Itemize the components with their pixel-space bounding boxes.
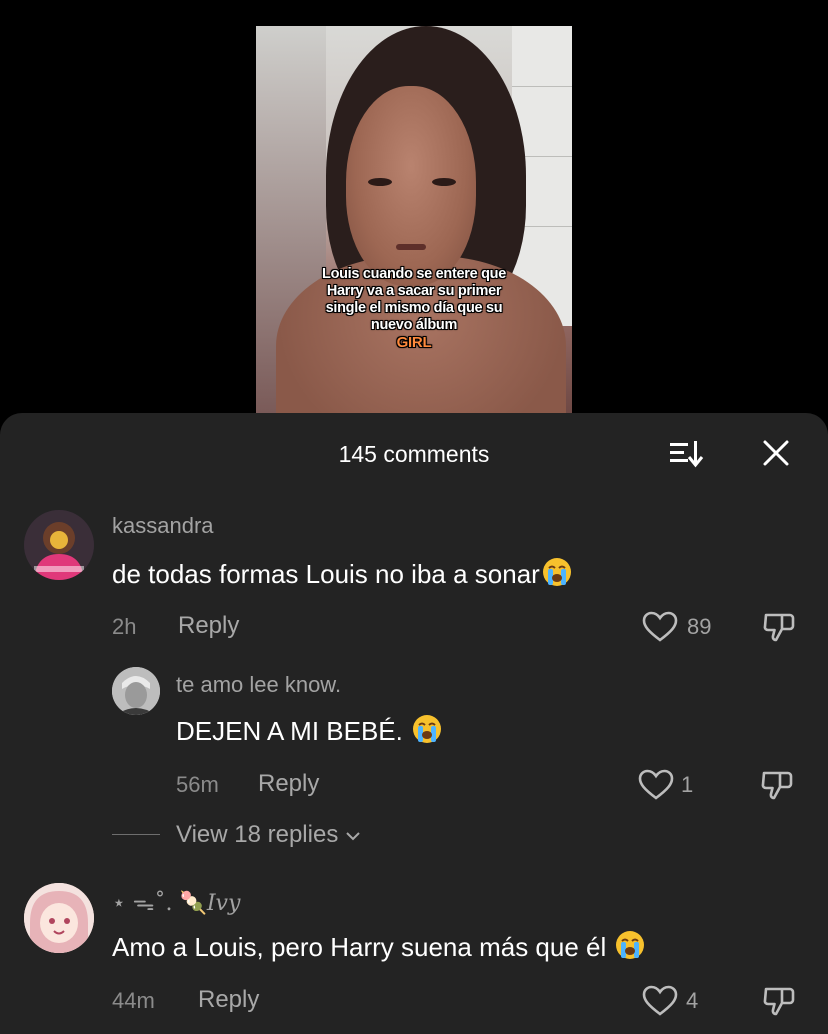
- comment-timestamp: 2h: [112, 614, 137, 639]
- comment-timestamp: 44m: [112, 988, 155, 1013]
- avatar[interactable]: [24, 510, 94, 580]
- sort-descending-icon: [670, 441, 704, 468]
- like-button[interactable]: [642, 985, 678, 1022]
- dislike-button[interactable]: [762, 609, 796, 648]
- thumbs-down-icon: [763, 987, 795, 1016]
- avatar-image: [24, 510, 94, 580]
- caption-line: Harry va a sacar su primer: [326, 283, 502, 299]
- heart-icon: [642, 611, 678, 642]
- loudly-crying-face-icon: [542, 558, 571, 586]
- dislike-button[interactable]: [760, 767, 794, 806]
- view-replies-label: View 18 replies: [176, 821, 339, 848]
- reply-button[interactable]: Reply: [258, 770, 319, 798]
- dislike-button[interactable]: [762, 983, 796, 1022]
- comment-text: Amo a Louis, pero Harry suena más que él: [112, 930, 645, 963]
- close-button[interactable]: [756, 437, 796, 471]
- comment-username[interactable]: te amo lee know.: [176, 672, 341, 698]
- comment-text-content: de todas formas Louis no iba a sonar: [112, 559, 540, 589]
- avatar-image: [112, 667, 160, 715]
- chevron-down-icon: [346, 832, 360, 841]
- person-eye: [368, 178, 392, 186]
- like-count: 4: [686, 988, 699, 1013]
- like-button[interactable]: [642, 611, 678, 648]
- comment-username[interactable]: ⋆ ᯓ˚. 🍡𝐼𝑣𝑦: [112, 887, 240, 917]
- comment-timestamp: 56m: [176, 772, 219, 797]
- reply-button[interactable]: Reply: [198, 986, 259, 1014]
- like-button[interactable]: [638, 769, 674, 806]
- comment-username[interactable]: kassandra: [112, 513, 214, 539]
- replies-divider: [112, 834, 160, 835]
- caption-line: nuevo álbum: [370, 317, 458, 333]
- person-eye: [432, 178, 456, 186]
- loudly-crying-face-icon: [413, 715, 442, 743]
- caption-line: single el mismo día que su: [325, 300, 503, 316]
- video-caption: Louis cuando se entere que Harry va a sa…: [256, 266, 572, 351]
- video-thumbnail[interactable]: Louis cuando se entere que Harry va a sa…: [256, 26, 572, 414]
- reply-button[interactable]: Reply: [178, 612, 239, 640]
- comments-panel: 145 comments kassandra de todas formas L…: [0, 413, 828, 1034]
- person-face: [346, 86, 476, 286]
- person-mouth: [396, 244, 426, 250]
- view-replies-button[interactable]: View 18 replies: [176, 821, 361, 849]
- comment-text: DEJEN A MI BEBÉ.: [176, 714, 442, 747]
- avatar[interactable]: [112, 667, 160, 715]
- caption-highlight: GIRL: [396, 334, 432, 351]
- avatar[interactable]: [24, 883, 94, 953]
- wall-tile-line: [512, 86, 572, 87]
- heart-icon: [638, 769, 674, 800]
- sort-button[interactable]: [668, 437, 708, 471]
- loudly-crying-face-icon: [616, 931, 645, 959]
- thumbs-down-icon: [763, 613, 795, 642]
- close-icon: [763, 440, 789, 466]
- comment-text: de todas formas Louis no iba a sonar: [112, 557, 572, 590]
- thumbs-down-icon: [761, 771, 793, 800]
- heart-icon: [642, 985, 678, 1016]
- like-count: 89: [687, 614, 712, 639]
- avatar-image: [24, 883, 94, 953]
- comment-text-content: DEJEN A MI BEBÉ.: [176, 716, 411, 746]
- comment-text-content: Amo a Louis, pero Harry suena más que él: [112, 932, 614, 962]
- caption-line: Louis cuando se entere que: [322, 266, 506, 282]
- like-count: 1: [681, 772, 694, 797]
